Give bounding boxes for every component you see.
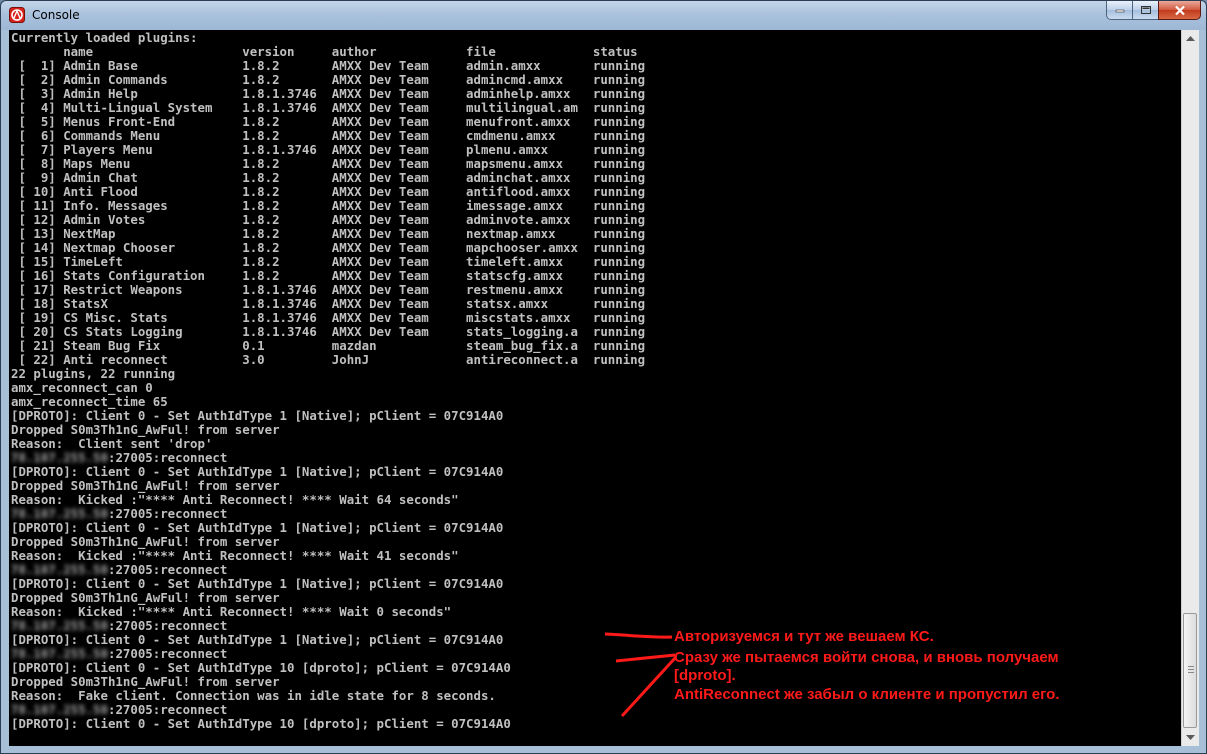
annotation-arrows: [604, 632, 678, 718]
annotation-note-1: Авторизуемся и тут же вешаем КС.: [674, 628, 934, 645]
annotation-arrow-3: [620, 655, 678, 718]
annotation-arrow-1: [604, 632, 673, 639]
annotation-note-2-line-3: AntiReconnect же забыл о клиенте и пропу…: [674, 686, 1060, 703]
annotation-note-2-line-2: [dproto].: [674, 667, 736, 684]
annotation-arrow-2: [615, 653, 676, 663]
annotation-note-2-line-1: Сразу же пытаемся войти снова, и вновь п…: [674, 649, 1059, 666]
